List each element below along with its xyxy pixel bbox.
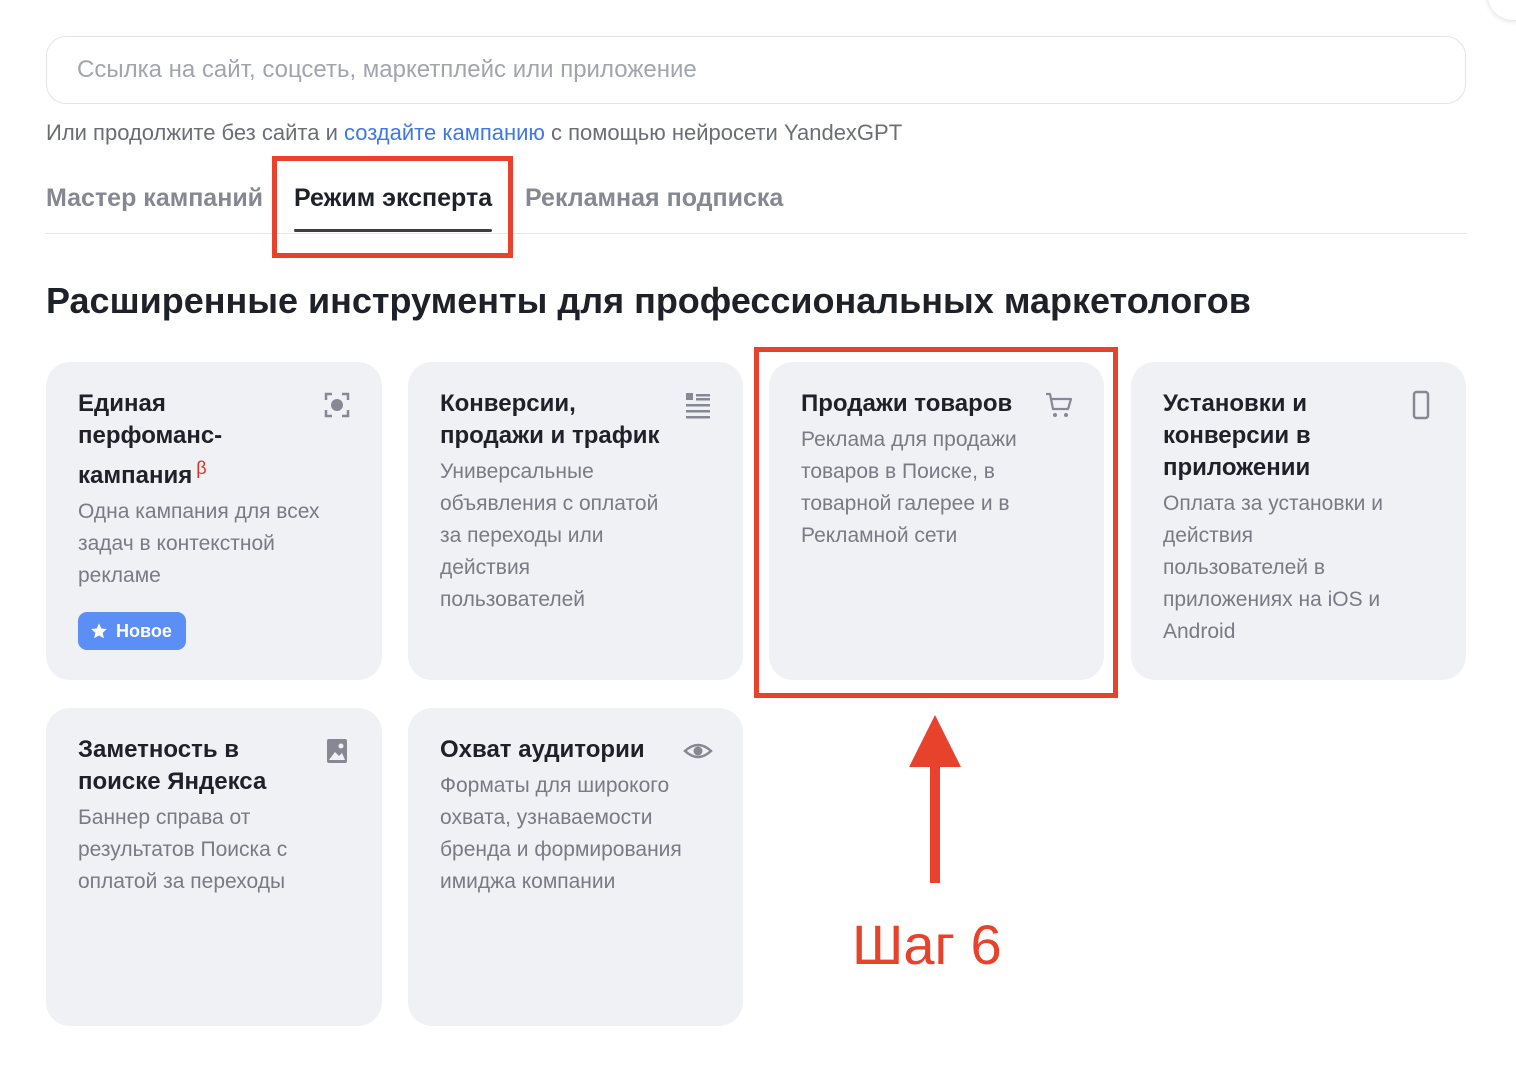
hint-prefix: Или продолжите без сайта и	[46, 120, 344, 145]
card-description: Баннер справа от результатов Поиска с оп…	[78, 806, 288, 893]
tab-campaign-wizard[interactable]: Мастер кампаний	[46, 184, 263, 213]
card-title: Заметность в поиске Яндекса	[78, 736, 267, 795]
card-conversions[interactable]: Конверсии, продажи и трафик Универсальны…	[408, 362, 743, 680]
card-search-visibility[interactable]: Заметность в поиске Яндекса Баннер справ…	[46, 708, 382, 1026]
card-description: Форматы для широкого охвата, узнаваемост…	[440, 774, 682, 893]
phone-icon	[1412, 390, 1430, 420]
site-url-input[interactable]	[46, 36, 1466, 104]
card-title: Единая перфоманс-кампания β	[78, 388, 308, 492]
card-description: Оплата за установки и действия пользоват…	[1163, 492, 1383, 643]
hint-text: Или продолжите без сайта и создайте камп…	[46, 120, 902, 146]
annotation-step-label: Шаг 6	[852, 913, 1002, 976]
card-title: Установки и конверсии в приложении	[1163, 390, 1311, 481]
card-audience-reach[interactable]: Охват аудитории Форматы для широкого охв…	[408, 708, 743, 1026]
annotation-arrow	[909, 715, 961, 883]
tab-ad-subscription[interactable]: Рекламная подписка	[525, 184, 783, 213]
page-title: Расширенные инструменты для профессионал…	[46, 280, 1251, 321]
beta-label: β	[196, 458, 207, 478]
badge-label: Новое	[116, 620, 172, 641]
eye-icon	[683, 743, 713, 759]
corner-button[interactable]	[1488, 0, 1516, 20]
card-title: Конверсии, продажи и трафик	[440, 390, 660, 449]
new-badge: Новое	[78, 612, 186, 650]
card-description: Универсальные объявления с оплатой за пе…	[440, 460, 659, 611]
target-icon	[324, 392, 350, 418]
card-description: Одна кампания для всех задач в контекстн…	[78, 500, 320, 587]
annotation-tab-highlight	[272, 156, 513, 258]
star-icon	[91, 623, 107, 639]
image-icon	[327, 739, 347, 763]
list-icon	[686, 393, 710, 419]
card-title: Охват аудитории	[440, 736, 645, 763]
card-performance-campaign[interactable]: Единая перфоманс-кампания β Одна кампания…	[46, 362, 382, 680]
hint-suffix: с помощью нейросети YandexGPT	[544, 120, 903, 145]
campaign-mode-tabs: Мастер кампаний Режим эксперта Рекламная…	[46, 176, 1466, 234]
create-campaign-link[interactable]: создайте кампанию	[344, 120, 545, 145]
annotation-card-highlight	[754, 347, 1118, 698]
card-app-installs[interactable]: Установки и конверсии в приложении Оплат…	[1131, 362, 1466, 680]
